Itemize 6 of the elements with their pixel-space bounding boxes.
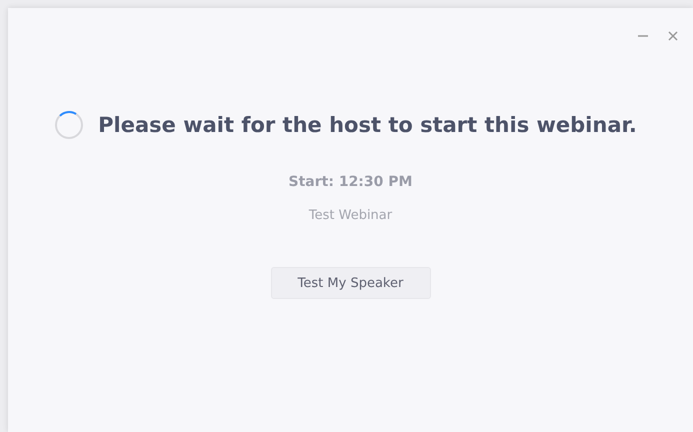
- close-icon[interactable]: [667, 30, 679, 42]
- waiting-message: Please wait for the host to start this webinar.: [98, 113, 637, 137]
- test-speaker-button[interactable]: Test My Speaker: [270, 267, 430, 299]
- spinner-icon: [54, 110, 84, 140]
- start-time: Start: 12:30 PM: [288, 174, 412, 190]
- webinar-title: Test Webinar: [308, 208, 392, 223]
